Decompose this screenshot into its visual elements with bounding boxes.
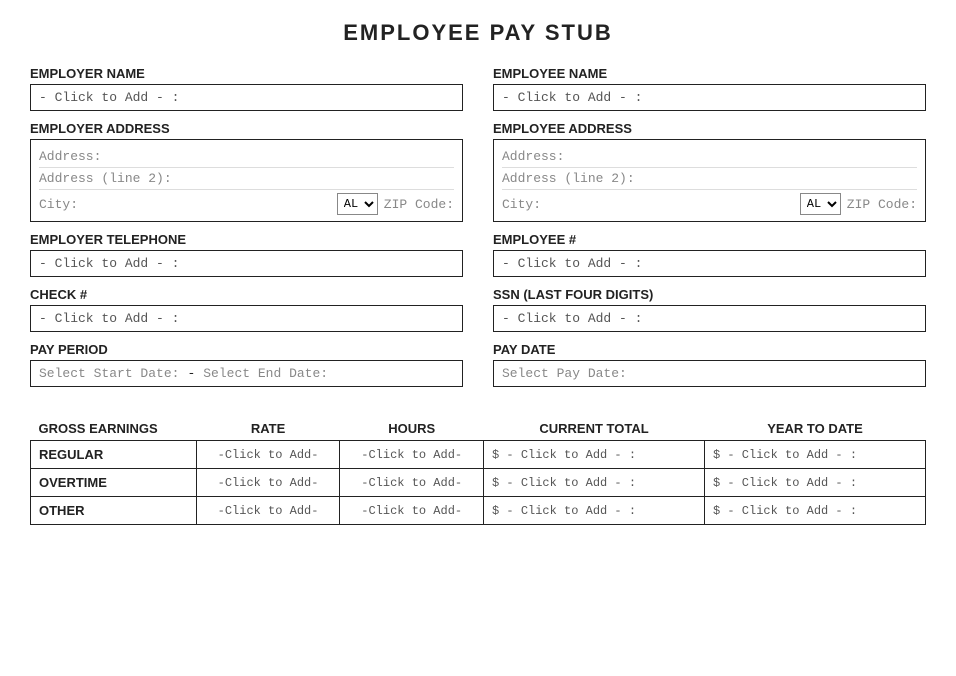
row-hours-1[interactable]: -Click to Add- [340, 469, 484, 497]
employee-num-group: EMPLOYEE # - Click to Add - : [493, 232, 926, 277]
employee-city-row: City: ALAKAZARCACOCTDEFLGAHIIDILINIAKSKY… [502, 190, 917, 215]
employee-address-line2[interactable]: Address (line 2): [502, 168, 917, 190]
earnings-table-section: GROSS EARNINGS RATE HOURS CURRENT TOTAL … [30, 417, 926, 525]
employer-tel-input[interactable]: - Click to Add - : [30, 250, 463, 277]
employee-name-group: EMPLOYEE NAME - Click to Add - : [493, 66, 926, 111]
employee-address-box: Address: Address (line 2): City: ALAKAZA… [493, 139, 926, 222]
employer-tel-group: EMPLOYER TELEPHONE - Click to Add - : [30, 232, 463, 277]
row-current-1[interactable]: $ - Click to Add - : [484, 469, 705, 497]
check-num-group: CHECK # - Click to Add - : [30, 287, 463, 332]
pay-period-end[interactable]: Select End Date: [203, 366, 328, 381]
employer-address-line1[interactable]: Address: [39, 146, 454, 168]
table-row: OTHER -Click to Add- -Click to Add- $ - … [31, 497, 926, 525]
col-header-rate: RATE [196, 417, 340, 441]
row-ytd-0[interactable]: $ - Click to Add - : [705, 441, 926, 469]
check-num-label: CHECK # [30, 287, 463, 302]
col-header-ytd: YEAR TO DATE [705, 417, 926, 441]
row-hours-2[interactable]: -Click to Add- [340, 497, 484, 525]
row-label-2: OTHER [31, 497, 197, 525]
earnings-table: GROSS EARNINGS RATE HOURS CURRENT TOTAL … [30, 417, 926, 525]
check-num-input[interactable]: - Click to Add - : [30, 305, 463, 332]
employer-city-input[interactable]: City: [39, 197, 331, 212]
row-rate-0[interactable]: -Click to Add- [196, 441, 340, 469]
pay-date-input[interactable]: Select Pay Date: [502, 366, 627, 381]
employee-name-input[interactable]: - Click to Add - : [493, 84, 926, 111]
row-ytd-1[interactable]: $ - Click to Add - : [705, 469, 926, 497]
ssn-group: SSN (LAST FOUR DIGITS) - Click to Add - … [493, 287, 926, 332]
employer-name-input[interactable]: - Click to Add - : [30, 84, 463, 111]
col-header-current: CURRENT TOTAL [484, 417, 705, 441]
pay-period-label: PAY PERIOD [30, 342, 463, 357]
table-row: OVERTIME -Click to Add- -Click to Add- $… [31, 469, 926, 497]
employer-address-label: EMPLOYER ADDRESS [30, 121, 463, 136]
employee-city-input[interactable]: City: [502, 197, 794, 212]
pay-period-group: PAY PERIOD Select Start Date: - Select E… [30, 342, 463, 387]
employer-tel-label: EMPLOYER TELEPHONE [30, 232, 463, 247]
employer-name-label: EMPLOYER NAME [30, 66, 463, 81]
pay-date-label: PAY DATE [493, 342, 926, 357]
employer-zip-label[interactable]: ZIP Code: [384, 197, 454, 212]
employee-num-label: EMPLOYEE # [493, 232, 926, 247]
employee-zip-label[interactable]: ZIP Code: [847, 197, 917, 212]
row-hours-0[interactable]: -Click to Add- [340, 441, 484, 469]
employer-address-group: EMPLOYER ADDRESS Address: Address (line … [30, 121, 463, 222]
row-current-2[interactable]: $ - Click to Add - : [484, 497, 705, 525]
employer-state-select[interactable]: ALAKAZARCACOCTDEFLGAHIIDILINIAKSKYLAMEMD… [337, 193, 378, 215]
employee-num-input[interactable]: - Click to Add - : [493, 250, 926, 277]
employer-city-row: City: ALAKAZARCACOCTDEFLGAHIIDILINIAKSKY… [39, 190, 454, 215]
employee-name-label: EMPLOYEE NAME [493, 66, 926, 81]
row-label-1: OVERTIME [31, 469, 197, 497]
employee-address-label: EMPLOYEE ADDRESS [493, 121, 926, 136]
employee-state-select[interactable]: ALAKAZARCACOCTDEFLGAHIIDILINIAKSKYLAMEMD… [800, 193, 841, 215]
row-rate-1[interactable]: -Click to Add- [196, 469, 340, 497]
pay-date-group: PAY DATE Select Pay Date: [493, 342, 926, 387]
col-header-hours: HOURS [340, 417, 484, 441]
row-label-0: REGULAR [31, 441, 197, 469]
col-header-earnings: GROSS EARNINGS [31, 417, 197, 441]
ssn-input[interactable]: - Click to Add - : [493, 305, 926, 332]
employer-address-line2[interactable]: Address (line 2): [39, 168, 454, 190]
employer-address-box: Address: Address (line 2): City: ALAKAZA… [30, 139, 463, 222]
row-current-0[interactable]: $ - Click to Add - : [484, 441, 705, 469]
row-ytd-2[interactable]: $ - Click to Add - : [705, 497, 926, 525]
pay-date-box[interactable]: Select Pay Date: [493, 360, 926, 387]
pay-period-box[interactable]: Select Start Date: - Select End Date: [30, 360, 463, 387]
row-rate-2[interactable]: -Click to Add- [196, 497, 340, 525]
table-row: REGULAR -Click to Add- -Click to Add- $ … [31, 441, 926, 469]
employee-address-line1[interactable]: Address: [502, 146, 917, 168]
ssn-label: SSN (LAST FOUR DIGITS) [493, 287, 926, 302]
pay-period-separator: - [187, 366, 195, 381]
page-title: EMPLOYEE PAY STUB [30, 20, 926, 46]
employer-name-group: EMPLOYER NAME - Click to Add - : [30, 66, 463, 111]
pay-period-start[interactable]: Select Start Date: [39, 366, 179, 381]
employee-address-group: EMPLOYEE ADDRESS Address: Address (line … [493, 121, 926, 222]
